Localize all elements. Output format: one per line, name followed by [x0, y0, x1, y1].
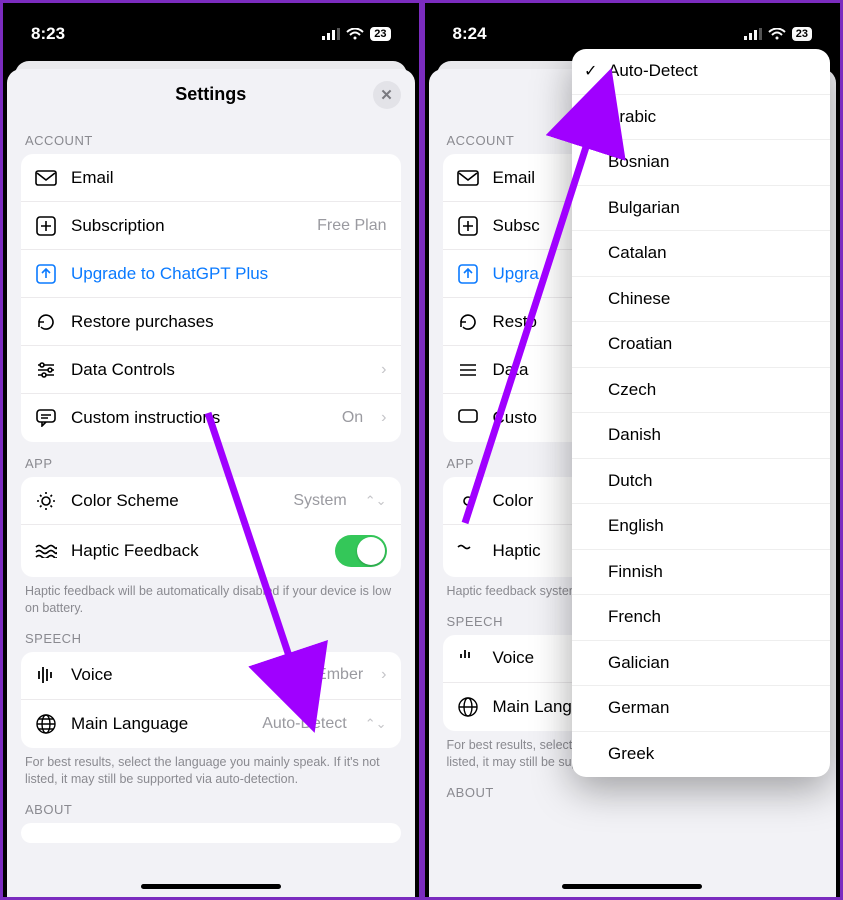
row-label: Restore purchases	[71, 312, 387, 332]
lang-option[interactable]: Dutch	[572, 459, 830, 505]
lang-option-auto[interactable]: Auto-Detect	[572, 49, 830, 95]
row-label: Data Controls	[71, 360, 363, 380]
haptic-toggle[interactable]	[335, 535, 387, 567]
sheet-header: Settings ✕	[7, 69, 415, 119]
refresh-icon	[35, 312, 57, 332]
haptic-footer: Haptic feedback will be automatically di…	[25, 583, 397, 617]
lang-option[interactable]: German	[572, 686, 830, 732]
row-value: Auto-Detect	[262, 715, 346, 733]
signal-icon	[322, 28, 340, 40]
row-value: Free Plan	[317, 217, 386, 235]
mail-icon	[35, 170, 57, 186]
chat-icon	[35, 409, 57, 427]
row-label: Voice	[71, 665, 302, 685]
row-label: Subscription	[71, 216, 303, 236]
lang-option[interactable]: Greek	[572, 732, 830, 778]
lang-option[interactable]: Bosnian	[572, 140, 830, 186]
lang-option[interactable]: Czech	[572, 368, 830, 414]
chevron-right-icon: ›	[381, 361, 386, 379]
row-main-language[interactable]: Main Language Auto-Detect ⌃⌄	[21, 700, 401, 748]
lang-option[interactable]: Croatian	[572, 322, 830, 368]
sliders-icon	[35, 361, 57, 379]
updown-icon: ⌃⌄	[365, 493, 387, 509]
section-label-speech: SPEECH	[25, 631, 397, 646]
row-label: Custom instructions	[71, 408, 328, 428]
signal-icon	[744, 28, 762, 40]
row-label: Upgrade to ChatGPT Plus	[71, 264, 387, 284]
page-title: Settings	[175, 84, 246, 105]
speech-footer: For best results, select the language yo…	[25, 754, 397, 788]
plus-box-icon	[35, 216, 57, 236]
section-label-about: ABOUT	[25, 802, 397, 817]
home-indicator	[141, 884, 281, 889]
row-label: Email	[71, 168, 387, 188]
lang-option[interactable]: English	[572, 504, 830, 550]
lang-option[interactable]: Bulgarian	[572, 186, 830, 232]
globe-icon	[35, 714, 57, 734]
lang-option[interactable]: Danish	[572, 413, 830, 459]
status-bar: 8:23 23	[3, 3, 419, 57]
upload-icon	[35, 264, 57, 284]
lang-option[interactable]: Catalan	[572, 231, 830, 277]
battery-icon: 23	[370, 27, 390, 41]
chevron-right-icon: ›	[381, 666, 386, 684]
waves-icon	[35, 544, 57, 558]
row-label: Haptic Feedback	[71, 541, 321, 561]
phone-right: 8:24 23 Settings ✕ ACCOUNT Email Subsc U…	[425, 3, 841, 897]
row-custom-instructions[interactable]: Custom instructions On ›	[21, 394, 401, 442]
sound-icon	[35, 666, 57, 684]
section-label-account: ACCOUNT	[25, 133, 397, 148]
row-email[interactable]: Email	[21, 154, 401, 202]
settings-sheet: Settings ✕ ACCOUNT Email Subscription Fr…	[7, 69, 415, 897]
lang-option[interactable]: Finnish	[572, 550, 830, 596]
row-data-controls[interactable]: Data Controls ›	[21, 346, 401, 394]
section-label-app: APP	[25, 456, 397, 471]
phone-left: 8:23 23 Settings ✕ ACCOUNT Email	[3, 3, 419, 897]
row-upgrade[interactable]: Upgrade to ChatGPT Plus	[21, 250, 401, 298]
sun-icon	[35, 491, 57, 511]
row-value: On	[342, 409, 363, 427]
lang-option[interactable]: Arabic	[572, 95, 830, 141]
lang-option[interactable]: Galician	[572, 641, 830, 687]
lang-option[interactable]: Chinese	[572, 277, 830, 323]
chevron-right-icon: ›	[381, 409, 386, 427]
language-menu[interactable]: Auto-Detect Arabic Bosnian Bulgarian Cat…	[572, 49, 830, 777]
row-label: Main Language	[71, 714, 248, 734]
updown-icon: ⌃⌄	[365, 716, 387, 732]
row-color-scheme[interactable]: Color Scheme System ⌃⌄	[21, 477, 401, 525]
row-value: Ember	[316, 666, 363, 684]
battery-icon: 23	[792, 27, 812, 41]
row-voice[interactable]: Voice Ember ›	[21, 652, 401, 700]
row-label: Color Scheme	[71, 491, 279, 511]
status-time: 8:24	[453, 24, 487, 44]
row-value: System	[293, 492, 346, 510]
row-haptic[interactable]: Haptic Feedback	[21, 525, 401, 577]
lang-option[interactable]: French	[572, 595, 830, 641]
row-restore[interactable]: Restore purchases	[21, 298, 401, 346]
close-button[interactable]: ✕	[373, 81, 401, 109]
wifi-icon	[768, 28, 786, 40]
wifi-icon	[346, 28, 364, 40]
home-indicator	[562, 884, 702, 889]
row-subscription[interactable]: Subscription Free Plan	[21, 202, 401, 250]
status-time: 8:23	[31, 24, 65, 44]
